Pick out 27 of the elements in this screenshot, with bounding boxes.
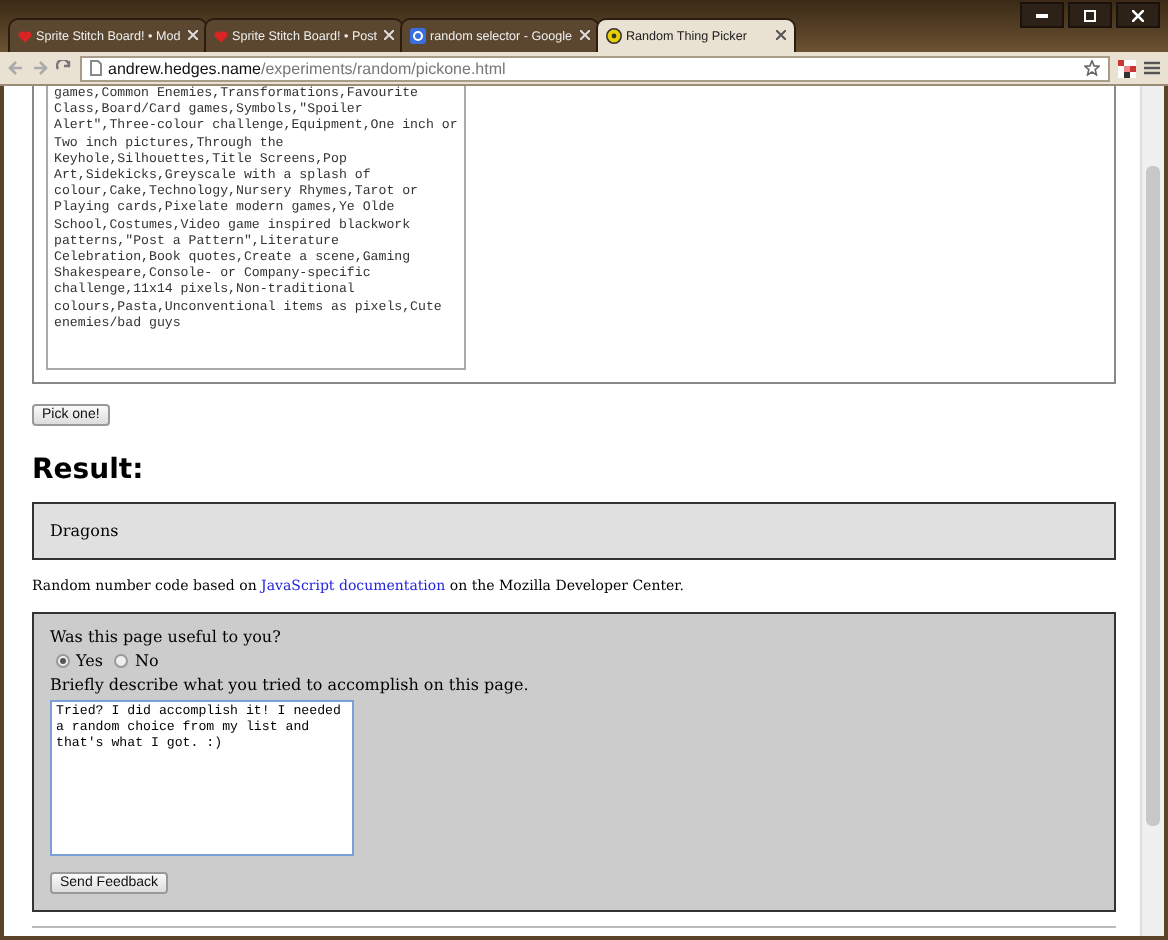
result-heading: Result: — [32, 454, 146, 486]
radio-label: Yes — [76, 652, 103, 670]
result-value: Dragons — [32, 502, 1116, 560]
close-button[interactable] — [1116, 2, 1160, 28]
minimize-button[interactable] — [1020, 2, 1064, 28]
heart-icon — [214, 29, 228, 43]
scrollbar-thumb[interactable] — [1146, 166, 1160, 826]
url-path: /experiments/random/pickone.html — [261, 59, 506, 77]
describe-label: Briefly describe what you tried to accomplish on this page. — [50, 676, 531, 694]
star-icon[interactable] — [1084, 60, 1100, 76]
question-text: Was this page useful to you? — [50, 628, 283, 646]
radio-button[interactable] — [114, 654, 129, 668]
target-icon — [606, 28, 622, 44]
close-icon[interactable] — [776, 29, 786, 39]
url-host: andrew.hedges.name — [108, 59, 261, 77]
heart-icon — [18, 29, 32, 43]
maximize-icon — [1084, 9, 1096, 21]
checker-icon[interactable] — [1118, 59, 1136, 77]
radio-button[interactable] — [56, 654, 70, 668]
minimize-icon — [1036, 13, 1048, 17]
maximize-button[interactable] — [1068, 2, 1112, 28]
page-icon — [90, 60, 102, 76]
g-icon — [410, 28, 426, 44]
address-bar[interactable]: andrew.hedges.name/experiments/random/pickone.html — [80, 55, 1110, 81]
close-icon — [1132, 9, 1144, 21]
menu-icon[interactable] — [1144, 60, 1160, 76]
radio-label: No — [134, 652, 159, 670]
